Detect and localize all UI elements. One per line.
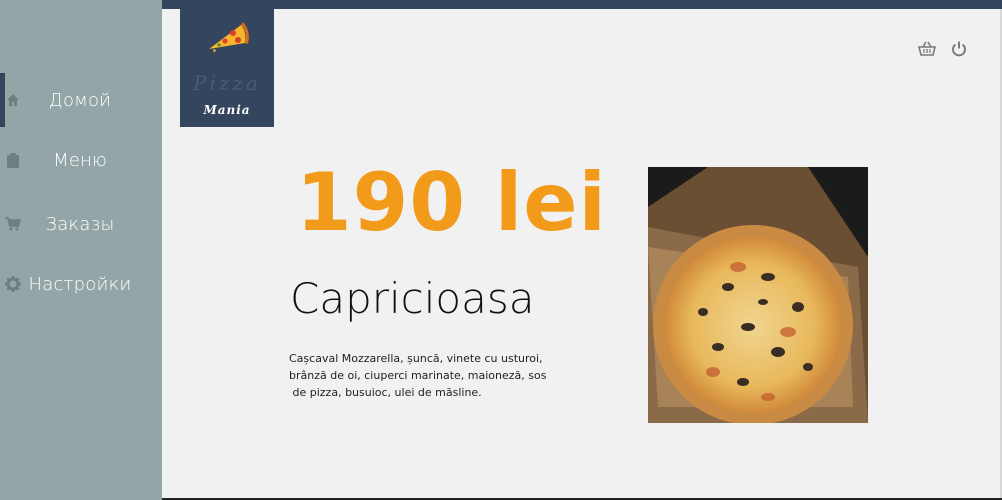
product-price: 190 lei bbox=[296, 156, 607, 249]
basket-icon[interactable] bbox=[917, 40, 937, 58]
sidebar-item-orders[interactable]: Заказы bbox=[0, 204, 162, 244]
logo-wordmark: Pizza bbox=[193, 71, 261, 95]
product-description: Cașcaval Mozzarella, șuncă, vinete cu us… bbox=[289, 350, 589, 401]
sidebar-item-label: Настройки bbox=[28, 273, 132, 295]
product-name: Capricioasa bbox=[290, 274, 535, 323]
pizza-photo bbox=[648, 167, 868, 423]
pizza-slice-icon bbox=[205, 19, 251, 59]
sidebar-item-label: Заказы bbox=[45, 213, 115, 235]
product-image bbox=[648, 167, 868, 423]
sidebar-item-label: Домой bbox=[48, 89, 112, 111]
sidebar-item-menu[interactable]: Меню bbox=[0, 140, 162, 180]
sidebar-item-home[interactable]: Домой bbox=[0, 80, 162, 120]
description-line: brânză de oi, ciuperci marinate, maionez… bbox=[289, 369, 547, 382]
power-icon[interactable] bbox=[950, 40, 968, 58]
logo-subtitle: Mania bbox=[203, 103, 251, 117]
sidebar: Домой Меню Заказы Настройки bbox=[0, 0, 162, 500]
description-line: de pizza, busuioc, ulei de măsline. bbox=[289, 386, 482, 399]
sidebar-item-settings[interactable]: Настройки bbox=[0, 264, 162, 304]
logo[interactable]: Pizza Mania bbox=[180, 9, 274, 127]
description-line: Cașcaval Mozzarella, șuncă, vinete cu us… bbox=[289, 352, 543, 365]
sidebar-item-label: Меню bbox=[53, 149, 107, 171]
